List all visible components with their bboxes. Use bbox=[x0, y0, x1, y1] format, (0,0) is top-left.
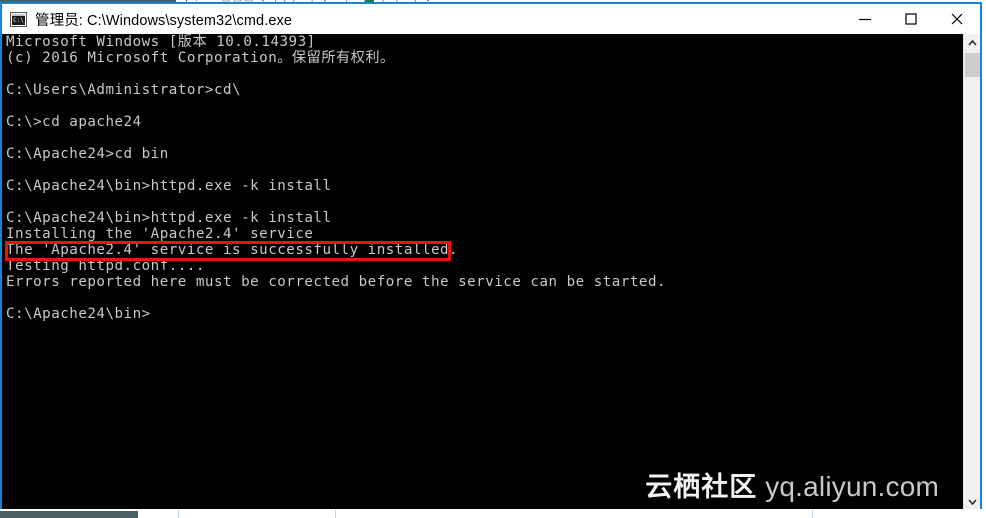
console-line: Testing httpd.conf.... bbox=[6, 258, 205, 274]
taskbar-separator bbox=[178, 510, 179, 518]
maximize-icon bbox=[904, 12, 918, 26]
chevron-up-icon bbox=[967, 39, 977, 46]
console-line: The 'Apache2.4' service is successfully … bbox=[6, 242, 459, 258]
taskbar-separator bbox=[812, 510, 813, 518]
watermark-url-text: yq.aliyun.com bbox=[765, 471, 939, 502]
close-button[interactable] bbox=[934, 4, 980, 34]
watermark: 云栖社区 yq.aliyun.com bbox=[645, 465, 939, 504]
taskbar-dark-block bbox=[0, 511, 138, 518]
console-line: C:\Apache24>cd bin bbox=[6, 146, 169, 162]
console-output[interactable]: Microsoft Windows [版本 10.0.14393] (c) 201… bbox=[2, 34, 963, 510]
scroll-thumb[interactable] bbox=[965, 53, 980, 77]
watermark-cn-text: 云栖社区 bbox=[645, 472, 758, 503]
close-icon bbox=[950, 12, 964, 26]
scroll-down-arrow[interactable] bbox=[964, 493, 980, 510]
vertical-scrollbar[interactable] bbox=[963, 34, 980, 510]
console-line: (c) 2016 Microsoft Corporation。保留所有权利。 bbox=[6, 50, 395, 66]
minimize-button[interactable] bbox=[842, 4, 888, 34]
screen-root: ▾ ⌐ ╶ ▭▭▭ ▾ ┌┬┐┴┤ ▾ ┴┬┴┬┴┬ ┬┴┤ ▾ C:\_ 管理… bbox=[0, 0, 986, 518]
window-title: 管理员: C:\Windows\system32\cmd.exe bbox=[35, 12, 293, 29]
cmd-window: C:\_ 管理员: C:\Windows\system32\cmd.exe bbox=[0, 2, 982, 512]
console-line: Errors reported here must be corrected b… bbox=[6, 274, 667, 290]
console-line: C:\Users\Administrator>cd\ bbox=[6, 82, 242, 98]
scroll-up-arrow[interactable] bbox=[964, 34, 980, 51]
console-line: C:\Apache24\bin>httpd.exe -k install bbox=[6, 178, 332, 194]
taskbar-separator bbox=[335, 510, 336, 518]
cmd-console-icon: C:\_ bbox=[10, 11, 27, 27]
console-line: C:\Apache24\bin> bbox=[6, 306, 151, 322]
console-area: Microsoft Windows [版本 10.0.14393] (c) 201… bbox=[2, 34, 980, 510]
console-line: C:\Apache24\bin>httpd.exe -k install bbox=[6, 210, 332, 226]
title-bar[interactable]: C:\_ 管理员: C:\Windows\system32\cmd.exe bbox=[2, 4, 980, 34]
chevron-down-icon bbox=[967, 498, 977, 505]
cmd-console-icon-text: C:\_ bbox=[12, 15, 25, 25]
console-line: Microsoft Windows [版本 10.0.14393] bbox=[6, 34, 316, 50]
maximize-button[interactable] bbox=[888, 4, 934, 34]
window-controls bbox=[842, 4, 980, 34]
background-taskbar-strip bbox=[0, 509, 986, 518]
console-line: Installing the 'Apache2.4' service bbox=[6, 226, 314, 242]
console-line: C:\>cd apache24 bbox=[6, 114, 142, 130]
minimize-icon bbox=[858, 12, 872, 26]
